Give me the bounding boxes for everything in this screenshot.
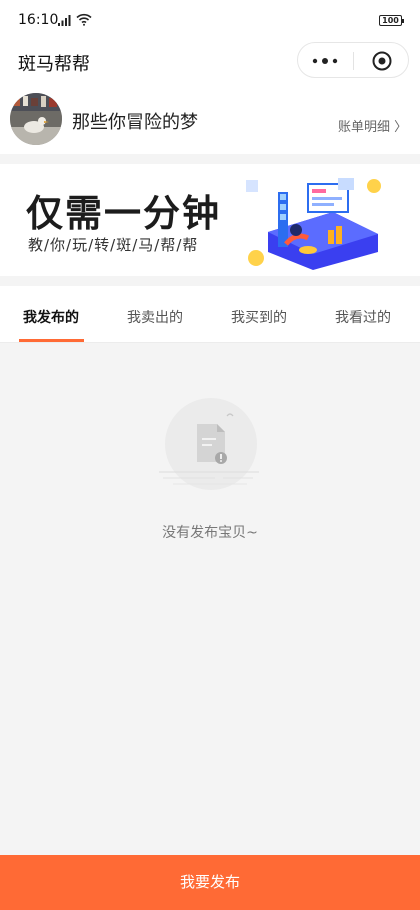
status-time: 16:10 (18, 12, 59, 28)
page-title: 斑马帮帮 (18, 54, 90, 75)
banner-headline: 仅需一分钟 (26, 192, 221, 235)
tab-viewed[interactable]: 我看过的 (335, 307, 391, 327)
more-icon[interactable] (312, 58, 338, 64)
account-details-link[interactable]: 账单明细 〉 (338, 116, 407, 135)
battery-icon: 100 (379, 15, 404, 26)
order-tabs: 我发布的 我卖出的 我买到的 我看过的 (0, 286, 420, 343)
banner-subtitle: 教/你/玩/转/斑/马/帮/帮 (28, 236, 199, 254)
mini-program-capsule (297, 42, 409, 78)
close-mini-program-icon[interactable] (372, 51, 392, 71)
active-tab-indicator (19, 339, 84, 342)
profile-header: 那些你冒险的梦 账单明细 〉 (0, 84, 420, 154)
publish-button[interactable]: 我要发布 (0, 855, 420, 910)
empty-state: 没有发布宝贝~ (0, 343, 420, 855)
empty-message: 没有发布宝贝~ (162, 525, 258, 541)
wifi-icon (76, 13, 92, 26)
capsule-divider (353, 52, 354, 70)
avatar-photo (10, 93, 62, 145)
profile-name: 那些你冒险的梦 (72, 112, 198, 133)
avatar[interactable] (10, 93, 62, 145)
tab-published[interactable]: 我发布的 (23, 307, 79, 327)
nav-bar: 斑马帮帮 (0, 40, 420, 84)
status-bar: 16:10 100 (0, 0, 420, 40)
tab-sold[interactable]: 我卖出的 (127, 307, 183, 327)
promo-banner[interactable]: 仅需一分钟 教/你/玩/转/斑/马/帮/帮 (0, 164, 420, 276)
signal-icon (58, 15, 71, 26)
banner-illustration (246, 178, 381, 270)
tab-bought[interactable]: 我买到的 (231, 307, 287, 327)
empty-document-icon (159, 398, 259, 490)
